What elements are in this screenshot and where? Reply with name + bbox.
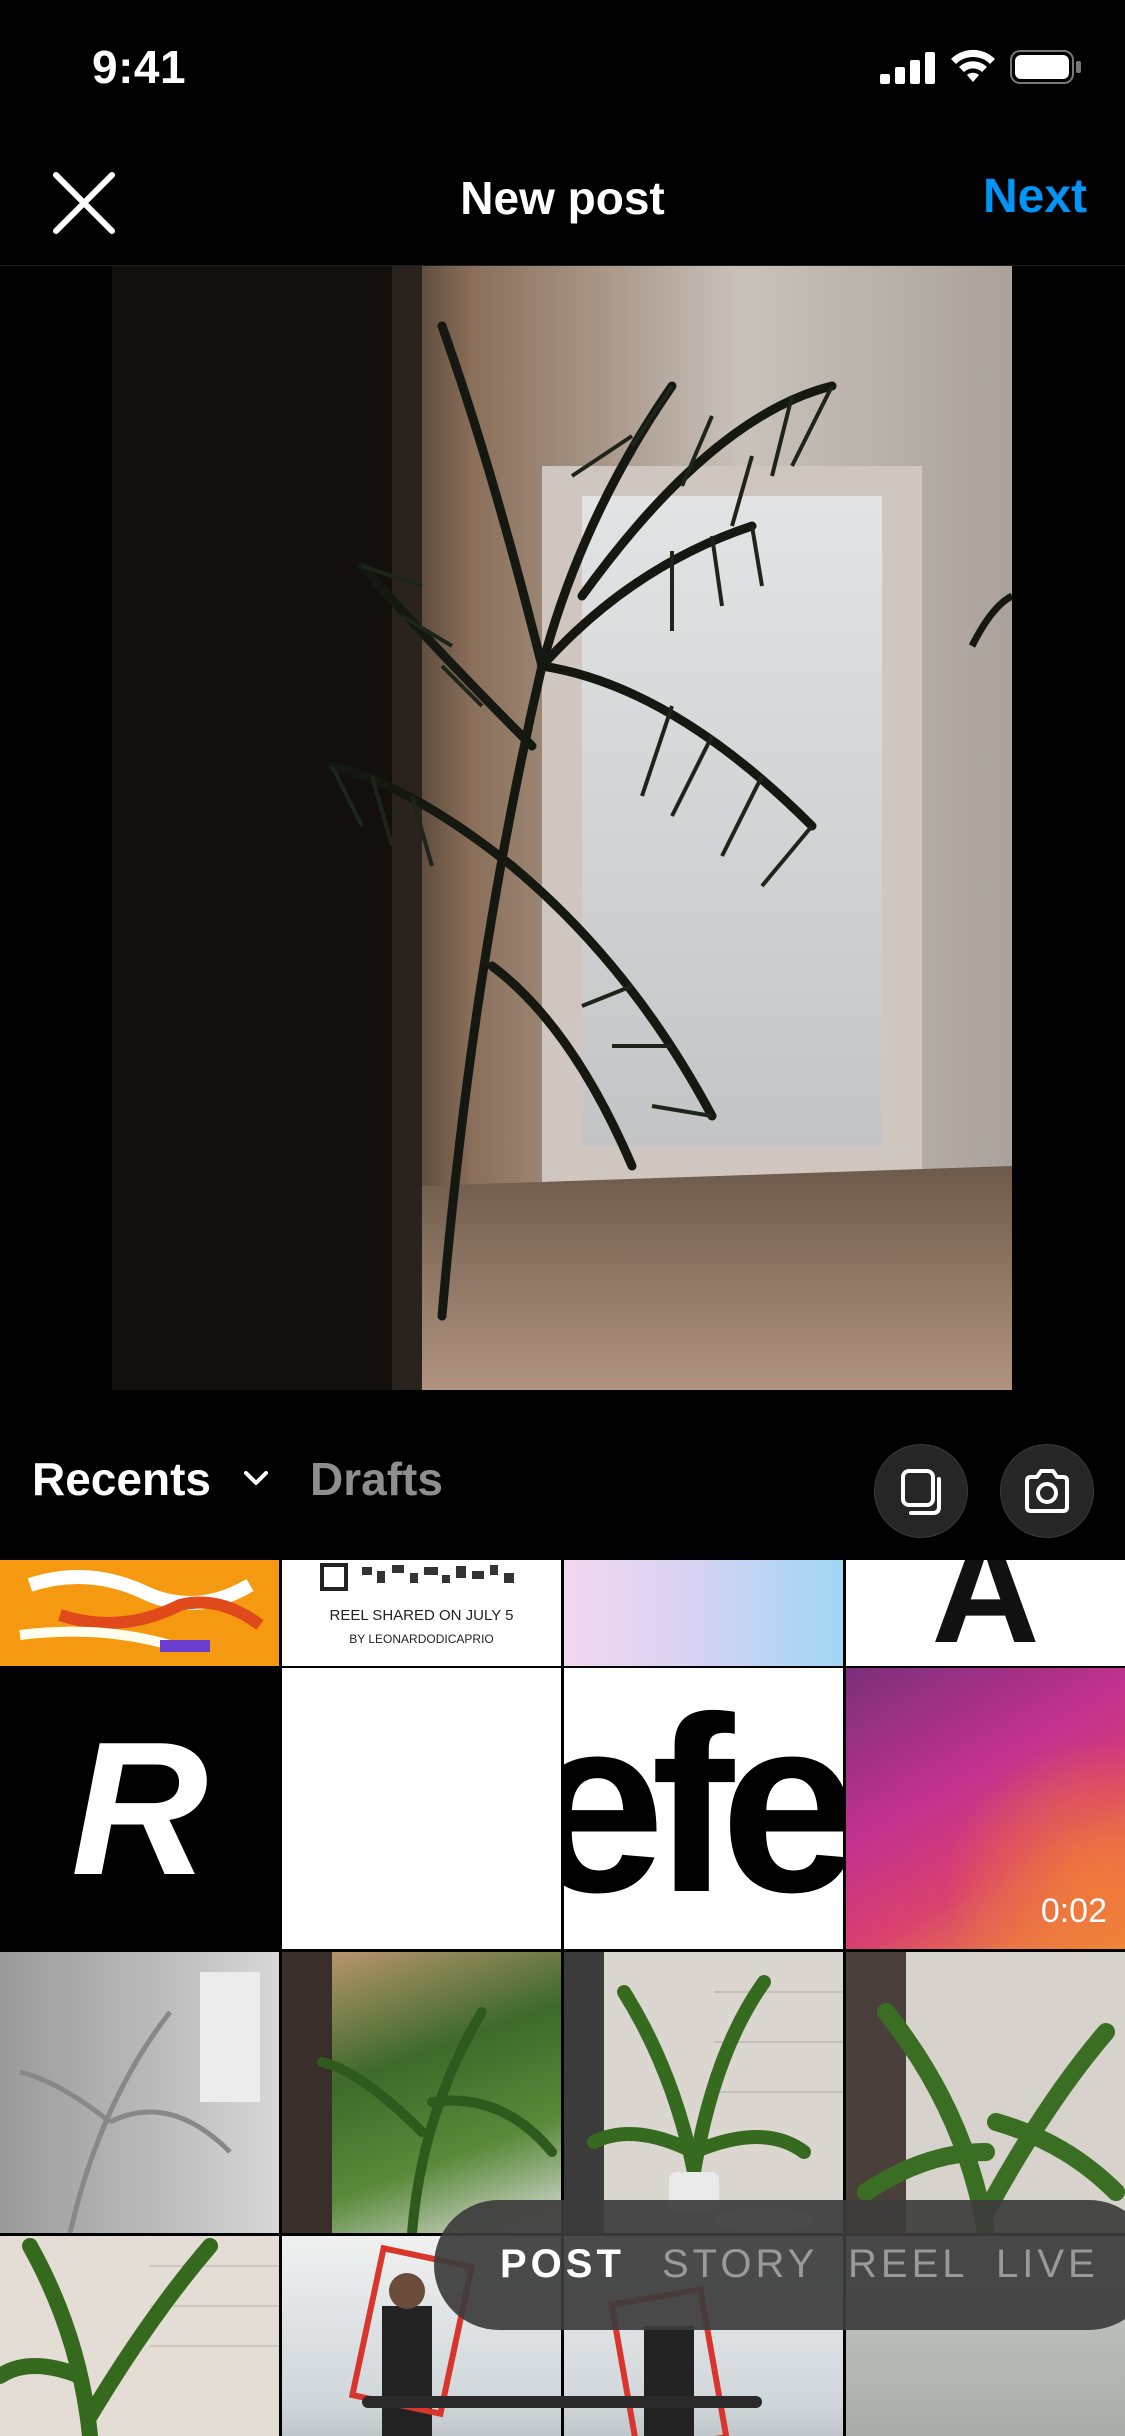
- grid-tile[interactable]: [564, 1560, 843, 1666]
- camera-icon: [1025, 1469, 1069, 1513]
- tile-letter: R: [70, 1703, 209, 1915]
- tile-caption: REEL SHARED ON JULY 5: [329, 1607, 514, 1624]
- grid-tile[interactable]: [846, 1952, 1125, 2233]
- tile-word: efe: [564, 1668, 843, 1944]
- page-title: New post: [460, 172, 665, 224]
- wifi-icon: [951, 49, 995, 82]
- grid-tile[interactable]: [282, 1668, 561, 1949]
- gallery-toolbar: Recents Drafts: [0, 1390, 1125, 1560]
- grid-tile[interactable]: A: [846, 1560, 1125, 1666]
- mode-live-tab[interactable]: LIVE: [996, 2242, 1099, 2287]
- drafts-tab[interactable]: Drafts: [310, 1452, 443, 1506]
- grid-tile[interactable]: efe: [564, 1668, 843, 1949]
- multi-select-button[interactable]: [874, 1444, 968, 1538]
- status-bar: 9:41: [0, 0, 1125, 135]
- grid-tile[interactable]: [0, 2236, 279, 2436]
- next-button[interactable]: Next: [983, 169, 1087, 224]
- tile-subcaption: BY LEONARDODICAPRIO: [349, 1632, 494, 1646]
- mode-story-tab[interactable]: STORY: [662, 2242, 818, 2287]
- tile-letter: A: [931, 1560, 1040, 1666]
- video-duration: 0:02: [1040, 1892, 1107, 1930]
- grid-tile[interactable]: [0, 1952, 279, 2233]
- grid-tile-video[interactable]: 0:02: [846, 1668, 1125, 1949]
- recents-album-selector[interactable]: Recents: [32, 1452, 211, 1506]
- home-indicator[interactable]: [362, 2396, 762, 2408]
- mode-reel-tab[interactable]: REEL: [848, 2242, 969, 2287]
- chevron-down-icon[interactable]: [238, 1460, 274, 1496]
- grid-tile[interactable]: [0, 1560, 279, 1666]
- mode-switcher: POST STORY REEL LIVE: [434, 2200, 1125, 2330]
- photo-preview[interactable]: [0, 266, 1125, 1390]
- mode-post-tab[interactable]: POST: [500, 2242, 625, 2287]
- status-time: 9:41: [92, 41, 187, 93]
- grid-tile[interactable]: [564, 1952, 843, 2233]
- grid-tile[interactable]: REEL SHARED ON JULY 5 BY LEONARDODICAPRI…: [282, 1560, 561, 1666]
- cellular-signal-icon: [880, 52, 935, 84]
- grid-tile[interactable]: [282, 1952, 561, 2233]
- battery-icon: [1010, 50, 1081, 84]
- multi-select-icon: [901, 1469, 941, 1515]
- preview-image: [112, 266, 1012, 1390]
- grid-tile[interactable]: R: [0, 1668, 279, 1949]
- header: New post Next: [0, 135, 1125, 266]
- camera-button[interactable]: [1000, 1444, 1094, 1538]
